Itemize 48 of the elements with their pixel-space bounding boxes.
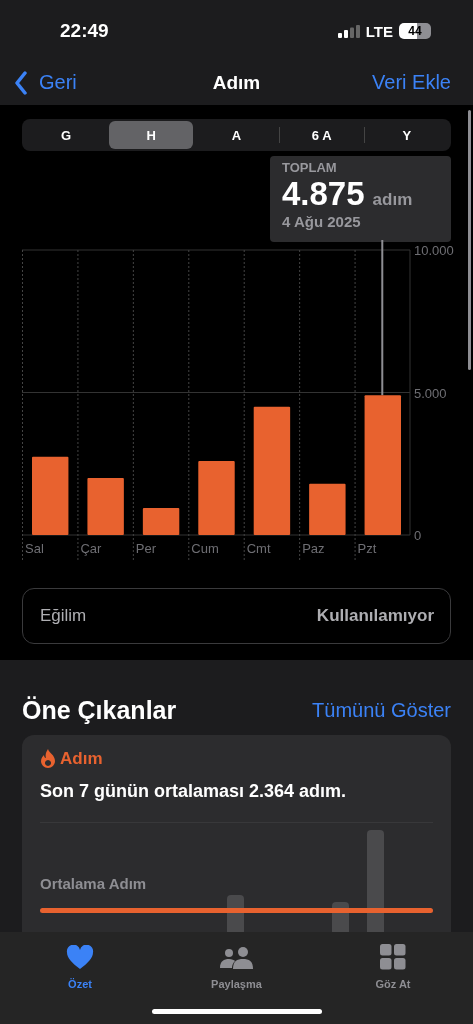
axis-label: Paz	[302, 541, 325, 556]
show-all-link[interactable]: Tümünü Göster	[312, 699, 451, 722]
total-unit: adım	[372, 190, 413, 210]
trend-value: Kullanılamıyor	[316, 606, 434, 626]
total-date: 4 Ağu 2025	[282, 213, 362, 230]
section-title: Öne Çıkanlar	[22, 696, 177, 725]
axis-label: Per	[135, 541, 157, 556]
people-icon	[218, 946, 255, 970]
segment-tab[interactable]: 6 A	[279, 121, 364, 149]
tab-bar-item[interactable]: Paylaşma	[196, 940, 277, 990]
chevron-left-icon	[14, 70, 28, 95]
add-data-button[interactable]: Veri Ekle	[372, 71, 451, 94]
highlight-card[interactable]: Adım Son 7 günün ortalaması 2.364 adım. Ortalama Adım	[22, 735, 451, 932]
chart-bar[interactable]	[32, 456, 69, 535]
segment-tab[interactable]: A	[194, 121, 279, 149]
axis-label: Çar	[80, 541, 102, 556]
axis-label: 10.000	[414, 243, 454, 258]
back-button[interactable]: Geri	[14, 70, 77, 95]
axis-label: 5.000	[414, 385, 447, 401]
heart-icon	[66, 945, 94, 970]
chart-bar[interactable]	[364, 395, 401, 535]
segment-tab[interactable]: G	[24, 121, 109, 149]
average-label: Ortalama Adım	[40, 875, 147, 892]
battery-indicator: 44	[399, 23, 431, 39]
axis-label: Cmt	[246, 541, 271, 556]
highlight-text: Son 7 günün ortalaması 2.364 adım.	[40, 781, 348, 802]
total-value: 4.875	[282, 175, 365, 213]
segment-tab[interactable]: Y	[364, 121, 449, 149]
chart-bar[interactable]	[253, 406, 291, 535]
grid-icon	[380, 944, 406, 970]
segment-tab[interactable]: H	[109, 121, 194, 149]
total-label: TOPLAM	[282, 160, 338, 175]
network-label: LTE	[365, 22, 393, 40]
chart-bar[interactable]	[142, 507, 180, 535]
trend-label: Eğilim	[40, 606, 87, 626]
axis-label: Pzt	[357, 541, 377, 556]
flame-icon	[40, 749, 56, 769]
axis-label: 0	[414, 528, 422, 543]
tab-bar-item[interactable]: Özet	[40, 940, 120, 990]
axis-label: Cum	[191, 541, 219, 556]
page-title: Adım	[212, 71, 261, 94]
category-label: Adım	[60, 749, 103, 769]
status-time: 22:49	[60, 20, 109, 42]
tab-bar-item[interactable]: Göz At	[353, 940, 433, 990]
trend-row[interactable]: Eğilim Kullanılamıyor	[22, 588, 451, 644]
signal-icon	[337, 24, 360, 38]
axis-label: Sal	[25, 541, 44, 556]
chart-bar[interactable]	[309, 483, 346, 535]
